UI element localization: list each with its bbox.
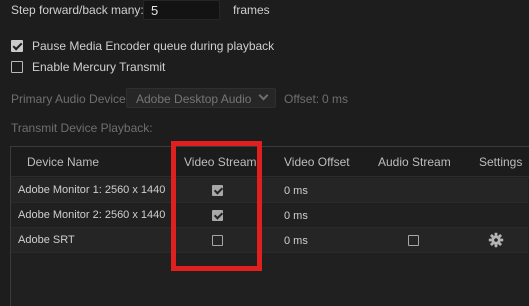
mercury-transmit-checkbox[interactable] <box>11 61 23 73</box>
column-device-name[interactable]: Device Name <box>27 155 99 169</box>
table-header: Device Name Video Stream Video Offset Au… <box>11 147 529 177</box>
video-offset-value[interactable]: 0 ms <box>284 185 308 197</box>
chevron-down-icon <box>258 90 269 101</box>
device-name: Adobe Monitor 1: 2560 x 1440 <box>18 184 166 196</box>
mercury-transmit-label: Enable Mercury Transmit <box>32 60 166 74</box>
video-offset-value[interactable]: 0 ms <box>284 210 308 222</box>
column-audio-stream[interactable]: Audio Stream <box>378 155 451 169</box>
step-frames-input[interactable]: 5 <box>143 0 220 20</box>
offset-value: 0 ms <box>322 92 349 106</box>
primary-audio-label: Primary Audio Device: <box>11 92 130 106</box>
transmit-section-label: Transmit Device Playback: <box>11 121 153 135</box>
pause-encoder-checkbox[interactable] <box>11 40 23 52</box>
transmit-device-table: Device Name Video Stream Video Offset Au… <box>10 146 529 306</box>
device-name: Adobe SRT <box>18 234 75 246</box>
pause-encoder-label: Pause Media Encoder queue during playbac… <box>32 39 275 53</box>
column-settings[interactable]: Settings <box>479 155 522 169</box>
offset-label: Offset: <box>284 92 320 106</box>
video-stream-highlight-box <box>171 141 262 271</box>
audio-stream-checkbox[interactable] <box>408 235 419 246</box>
table-row[interactable]: Adobe Monitor 2: 2560 x 1440 0 ms <box>11 203 528 228</box>
primary-audio-value: Adobe Desktop Audio <box>136 92 252 106</box>
step-label: Step forward/back many: <box>11 3 144 17</box>
video-offset-value[interactable]: 0 ms <box>284 235 308 247</box>
column-video-offset[interactable]: Video Offset <box>284 155 350 169</box>
step-unit-label: frames <box>233 3 270 17</box>
device-name: Adobe Monitor 2: 2560 x 1440 <box>18 209 166 221</box>
primary-audio-dropdown[interactable]: Adobe Desktop Audio <box>126 88 276 108</box>
table-row[interactable]: Adobe SRT 0 ms <box>11 228 528 253</box>
gear-icon[interactable] <box>488 232 504 248</box>
table-row[interactable]: Adobe Monitor 1: 2560 x 1440 0 ms <box>11 178 528 203</box>
